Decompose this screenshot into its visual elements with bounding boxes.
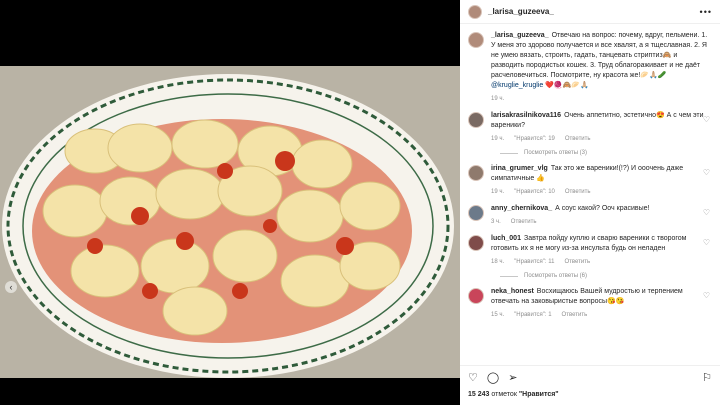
commenter-avatar[interactable] [468,112,484,128]
commenter-avatar[interactable] [468,205,484,221]
caption-text: Отвечаю на вопрос: почему, вдруг, пельме… [491,32,708,79]
comment-time: 18 ч. [491,259,505,265]
comment-likes[interactable]: "Нравится": 1 [514,312,551,318]
commenter-avatar[interactable] [468,235,484,251]
comment-meta: 15 ч. "Нравится": 1 Ответить [491,310,709,320]
comment-likes[interactable]: "Нравится": 19 [514,136,555,142]
post-header: _larisa_guzeeva_ ••• [460,0,720,24]
view-replies[interactable]: Посмотреть ответы (3) [500,150,712,156]
caption-mention[interactable]: @kruglie_kruglie [491,82,543,89]
caption-body: _larisa_guzeeva_ Отвечаю на вопрос: почем… [491,31,709,104]
heart-icon[interactable]: ♡ [703,291,710,300]
caption-tail: ❤️🧶🙈🥟🙏🏼 [543,82,589,89]
bookmark-icon[interactable]: ⚐ [702,372,712,384]
caption-time: 19 ч. [491,96,505,102]
heart-icon[interactable]: ♡ [703,168,710,177]
comment-icon[interactable]: ◯ [487,372,499,384]
comment-likes[interactable]: "Нравится": 11 [514,259,554,265]
comment-username[interactable]: anny_chernikova_ [491,205,552,212]
share-icon[interactable]: ➢ [508,372,517,384]
likes-quote: "Нравится" [518,391,559,398]
heart-icon[interactable]: ♡ [703,208,710,217]
comment-item: neka_honest Восхищаюсь Вашей мудростью и … [468,287,712,320]
comment-username[interactable]: luch_001 [491,235,521,242]
comment-body: irina_grumer_vlg Так это же вареники!(!?)… [491,164,709,197]
comment-body: luch_001 Завтра пойду куплю и сварю варен… [491,234,709,267]
heart-icon[interactable]: ♡ [703,115,710,124]
comments-list[interactable]: _larisa_guzeeva_ Отвечаю на вопрос: почем… [460,25,720,363]
comment-body: neka_honest Восхищаюсь Вашей мудростью и … [491,287,709,320]
comment-meta: 19 ч. "Нравится": 19 Ответить [491,134,709,144]
comment-username[interactable]: irina_grumer_vlg [491,165,548,172]
comment-item: larisakrasilnikova116 Очень аппетитно, эс… [468,111,712,144]
comment-item: anny_chernikova_ А соус какой? Ооч красив… [468,204,712,227]
comment-time: 19 ч. [491,136,505,142]
likes-count[interactable]: 15 243 отметок "Нравится" [468,391,559,398]
commenter-avatar[interactable] [468,288,484,304]
comment-meta: 19 ч. "Нравится": 10 Ответить [491,187,709,197]
comment-text: А соус какой? Ооч красивые! [555,205,650,212]
heart-icon[interactable]: ♡ [468,372,478,384]
comment-time: 19 ч. [491,189,505,195]
comment-username[interactable]: larisakrasilnikova116 [491,112,561,119]
reply-button[interactable]: Ответить [511,219,537,225]
more-dots-icon[interactable]: ••• [700,7,712,17]
comment-time: 15 ч. [491,312,505,318]
reply-button[interactable]: Ответить [565,189,591,195]
author-avatar[interactable] [468,32,484,48]
author-avatar[interactable] [468,4,482,19]
likes-word: отметок [491,391,519,398]
comment-likes[interactable]: "Нравится": 10 [514,189,555,195]
comment-meta: 18 ч. "Нравится": 11 Ответить [491,257,709,267]
post-image-area: ‹ [0,0,460,405]
action-bar: ♡ ◯ ➢ ⚐ [460,365,720,385]
commenter-avatar[interactable] [468,165,484,181]
comment-item: irina_grumer_vlg Так это же вареники!(!?)… [468,164,712,197]
post-photo[interactable]: ‹ [0,66,460,378]
post-panel: _larisa_guzeeva_ ••• _larisa_guzeeva_ Отв… [460,0,720,405]
reply-button[interactable]: Ответить [565,136,591,142]
reply-button[interactable]: Ответить [562,312,588,318]
heart-icon[interactable]: ♡ [703,238,710,247]
author-username[interactable]: _larisa_guzeeva_ [488,7,700,16]
comment-item: luch_001 Завтра пойду куплю и сварю варен… [468,234,712,267]
comment-meta: 3 ч. Ответить [491,217,709,227]
comment-body: anny_chernikova_ А соус какой? Ооч красив… [491,204,709,227]
reply-button[interactable]: Ответить [564,259,590,265]
caption-meta: 19 ч. [491,94,709,104]
likes-number: 15 243 [468,391,490,398]
previous-photo-icon[interactable]: ‹ [5,281,17,293]
comment-body: larisakrasilnikova116 Очень аппетитно, эс… [491,111,709,144]
view-replies[interactable]: Посмотреть ответы (6) [500,273,712,279]
comment-time: 3 ч. [491,219,501,225]
caption-username[interactable]: _larisa_guzeeva_ [491,32,549,39]
comment-username[interactable]: neka_honest [491,288,534,295]
caption: _larisa_guzeeva_ Отвечаю на вопрос: почем… [468,31,712,104]
